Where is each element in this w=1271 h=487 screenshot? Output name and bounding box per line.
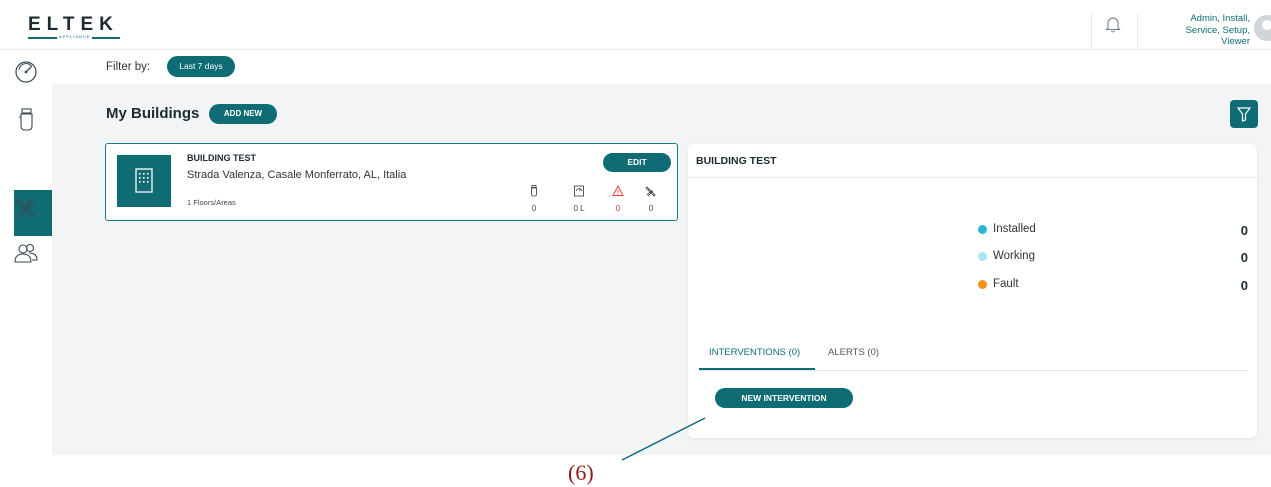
legend-dot	[978, 225, 987, 234]
device-icon	[531, 185, 537, 197]
edit-button[interactable]: EDIT	[603, 153, 671, 172]
warning-icon	[612, 185, 624, 196]
legend-value: 0	[1240, 278, 1248, 293]
filter-icon[interactable]	[1230, 100, 1258, 128]
page-title: My Buildings	[106, 105, 200, 122]
legend-value: 0	[1240, 223, 1248, 238]
user-roles[interactable]: Admin, Install, Service, Setup, Viewer	[1150, 13, 1250, 48]
alert-count-value: 0	[615, 204, 621, 213]
tab-interventions[interactable]: INTERVENTIONS (0)	[709, 347, 800, 358]
legend-label: Installed	[993, 223, 1036, 235]
device-icon[interactable]	[12, 106, 40, 134]
intervention-count-value: 0	[648, 204, 654, 213]
user-role-line: Service, Setup,	[1185, 24, 1250, 36]
legend-dot	[978, 252, 987, 261]
user-role-line: Admin, Install,	[1190, 13, 1250, 24]
building-icon	[135, 168, 153, 193]
tab-divider	[699, 370, 1248, 371]
legend-value: 0	[1240, 250, 1248, 265]
water-count-value: 0 L	[573, 204, 585, 213]
building-name: BUILDING TEST	[187, 153, 256, 163]
header-divider	[1137, 14, 1138, 50]
water-meter-icon	[574, 185, 584, 197]
filter-period-button[interactable]: Last 7 days	[167, 56, 235, 77]
top-bar	[0, 0, 1271, 50]
filter-label: Filter by:	[106, 61, 151, 73]
device-count-value: 0	[531, 204, 537, 213]
user-role-line: Viewer	[1221, 36, 1250, 47]
legend-working: Working 0	[978, 250, 1248, 265]
building-icon[interactable]	[12, 150, 40, 178]
building-thumbnail	[117, 155, 171, 207]
header-divider	[1091, 14, 1092, 50]
water-count: 0 L	[564, 184, 594, 213]
callout-label: (6)	[568, 460, 594, 485]
device-count: 0	[519, 184, 549, 213]
legend-label: Working	[993, 250, 1035, 262]
legend-dot	[978, 280, 987, 289]
tools-icon[interactable]	[12, 194, 40, 222]
building-address: Strada Valenza, Casale Monferrato, AL, I…	[187, 169, 407, 181]
new-intervention-button[interactable]: NEW INTERVENTION	[715, 388, 853, 408]
gauge-icon[interactable]	[12, 58, 40, 86]
bell-icon[interactable]	[1103, 14, 1123, 34]
building-floors: 1 Floors/Areas	[187, 198, 236, 207]
legend-fault: Fault 0	[978, 278, 1248, 293]
users-icon[interactable]	[12, 240, 40, 268]
intervention-count: 0	[636, 184, 666, 213]
tab-alerts[interactable]: ALERTS (0)	[828, 347, 879, 358]
tools-icon	[645, 186, 656, 197]
legend-label: Fault	[993, 278, 1019, 290]
active-tab-indicator	[699, 368, 815, 370]
logo-subtitle: APPLIANCE	[57, 34, 93, 39]
detail-title: BUILDING TEST	[696, 155, 777, 167]
eltek-logo[interactable]: ELTEK	[28, 14, 119, 36]
sidebar	[0, 50, 53, 455]
panel-divider	[688, 177, 1257, 178]
add-new-button[interactable]: ADD NEW	[209, 104, 277, 124]
legend-installed: Installed 0	[978, 223, 1248, 238]
alert-count: 0	[603, 184, 633, 213]
